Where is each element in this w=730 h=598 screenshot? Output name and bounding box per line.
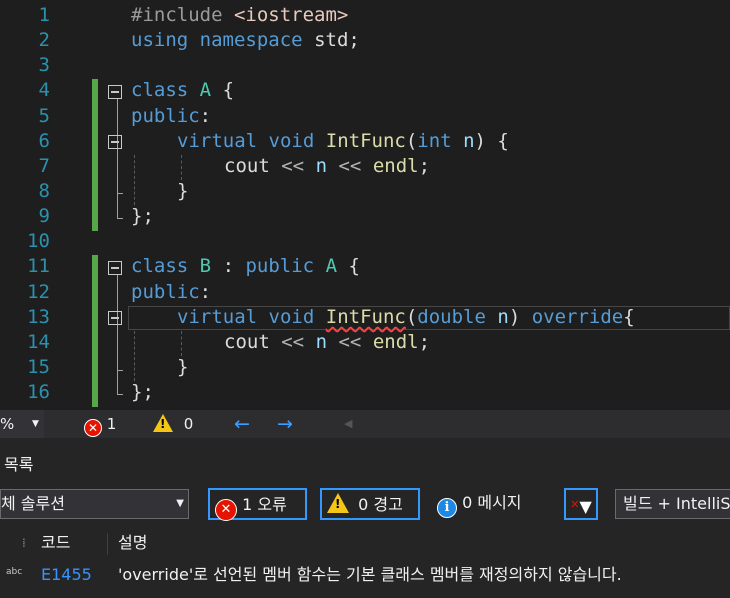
arrow-left-icon: ← xyxy=(234,413,250,435)
line-number: 15 xyxy=(27,356,50,378)
line-number: 12 xyxy=(27,281,50,303)
messages-filter-button[interactable]: i 0 메시지 xyxy=(437,488,547,520)
code-line: 4 class A { xyxy=(0,78,730,103)
line-number: 3 xyxy=(38,54,50,76)
errors-filter-label: 1 오류 xyxy=(242,495,287,514)
line-number: 6 xyxy=(38,130,50,152)
arrow-right-icon: → xyxy=(277,413,293,435)
chevron-down-icon: ▼ xyxy=(32,419,39,429)
errors-filter-button[interactable]: ✕ 1 오류 xyxy=(208,488,307,521)
chevron-down-icon: ▼ xyxy=(176,498,184,509)
editor-status-strip: % ▼ ✕ 1 ! 0 ← → ◀ xyxy=(0,410,730,438)
info-icon: i xyxy=(437,498,457,518)
line-number: 10 xyxy=(27,230,50,252)
code-line: 6 virtual void IntFunc(int n) { xyxy=(0,129,730,154)
line-number: 9 xyxy=(38,205,50,227)
error-icon: ✕ xyxy=(215,499,237,521)
warning-count: 0 xyxy=(183,415,194,433)
warnings-filter-label: 0 경고 xyxy=(358,495,403,514)
error-list-header: ⁞ 코드 설명 xyxy=(0,528,730,558)
navigate-back-button[interactable]: ← xyxy=(234,410,250,438)
code-text[interactable]: } xyxy=(177,355,188,380)
filter-icon: ✕▼ xyxy=(570,497,592,516)
code-line: 1 #include <iostream> xyxy=(0,3,730,28)
scope-dropdown[interactable]: 체 솔루션 ▼ xyxy=(0,489,189,519)
code-text[interactable]: } xyxy=(177,179,188,204)
code-line: 8 } xyxy=(0,179,730,204)
messages-filter-label: 0 메시지 xyxy=(462,493,522,512)
code-line: 13 virtual void IntFunc(double n) overri… xyxy=(0,305,730,330)
warning-icon: ! xyxy=(153,414,173,432)
line-number: 1 xyxy=(38,4,50,26)
line-number: 13 xyxy=(27,306,50,328)
panel-title: 목록 xyxy=(4,455,34,474)
error-description: 'override'로 선언된 멤버 함수는 기본 클래스 멤버를 재정의하지 … xyxy=(118,565,622,584)
source-value: 빌드 + IntelliS xyxy=(623,494,730,513)
code-line: 7 cout << n << endl; xyxy=(0,154,730,179)
code-text[interactable]: class B : public A { xyxy=(131,254,360,279)
warnings-filter-button[interactable]: ! 0 경고 xyxy=(320,488,420,520)
source-dropdown[interactable]: 빌드 + IntelliS xyxy=(615,489,730,519)
error-icon: ✕ xyxy=(84,419,102,437)
line-number: 4 xyxy=(38,79,50,101)
code-line: 16 }; xyxy=(0,380,730,405)
code-editor[interactable]: 1 #include <iostream> 2 using namespace … xyxy=(0,0,730,410)
line-number: 7 xyxy=(38,155,50,177)
scope-value: 체 솔루션 xyxy=(1,494,65,513)
line-number: 11 xyxy=(27,255,50,277)
code-text[interactable]: using namespace std; xyxy=(131,28,360,53)
error-count: 1 xyxy=(106,415,117,433)
code-line: 2 using namespace std; xyxy=(0,28,730,53)
error-list-toolbar: 체 솔루션 ▼ ✕ 1 오류 ! 0 경고 i 0 메시지 ✕▼ 빌드 + In… xyxy=(0,486,730,524)
line-number: 5 xyxy=(38,105,50,127)
code-text[interactable]: }; xyxy=(131,204,154,229)
error-list-panel: 목록 체 솔루션 ▼ ✕ 1 오류 ! 0 경고 i 0 메시지 ✕▼ 빌드 +… xyxy=(0,438,730,598)
spelling-error-icon: abc xyxy=(6,567,23,577)
column-header-code[interactable]: 코드 xyxy=(41,528,70,558)
code-text[interactable]: cout << n << endl; xyxy=(224,154,430,179)
code-text[interactable]: #include <iostream> xyxy=(131,3,348,28)
scroll-left-marker[interactable]: ◀ xyxy=(344,410,352,438)
zoom-value: % xyxy=(0,415,15,433)
line-number: 2 xyxy=(38,29,50,51)
filter-toggle-button[interactable]: ✕▼ xyxy=(564,488,598,520)
code-text[interactable]: public: xyxy=(131,280,211,305)
navigate-forward-button[interactable]: → xyxy=(277,410,293,438)
column-divider xyxy=(107,533,108,555)
code-line: 14 cout << n << endl; xyxy=(0,330,730,355)
zoom-dropdown[interactable]: % ▼ xyxy=(0,410,44,438)
warning-count-indicator[interactable]: ! 0 xyxy=(153,410,193,438)
warning-icon: ! xyxy=(327,493,349,513)
code-line: 3 xyxy=(0,53,730,78)
triangle-left-icon: ◀ xyxy=(344,417,353,430)
code-text[interactable]: virtual void IntFunc(int n) { xyxy=(177,129,509,154)
code-line: 15 } xyxy=(0,355,730,380)
error-count-indicator[interactable]: ✕ 1 xyxy=(84,410,116,438)
code-text[interactable]: public: xyxy=(131,104,211,129)
code-line: 9 }; xyxy=(0,204,730,229)
code-text[interactable]: cout << n << endl; xyxy=(224,330,430,355)
code-text[interactable]: }; xyxy=(131,380,154,405)
column-header-description[interactable]: 설명 xyxy=(118,528,147,558)
table-row[interactable]: abc E1455 'override'로 선언된 멤버 함수는 기본 클래스 … xyxy=(0,560,730,590)
code-line: 12 public: xyxy=(0,280,730,305)
code-line: 11 class B : public A { xyxy=(0,254,730,279)
code-line: 5 public: xyxy=(0,104,730,129)
error-squiggle: IntFunc xyxy=(325,306,406,328)
line-number: 14 xyxy=(27,331,50,353)
code-text[interactable]: class A { xyxy=(131,78,234,103)
code-text[interactable]: virtual void IntFunc(double n) override{ xyxy=(177,305,635,330)
line-number: 16 xyxy=(27,381,50,403)
error-code-link[interactable]: E1455 xyxy=(41,560,92,590)
column-resize-grip[interactable]: ⁞ xyxy=(22,528,26,558)
line-number: 8 xyxy=(38,180,50,202)
code-line: 10 xyxy=(0,229,730,254)
